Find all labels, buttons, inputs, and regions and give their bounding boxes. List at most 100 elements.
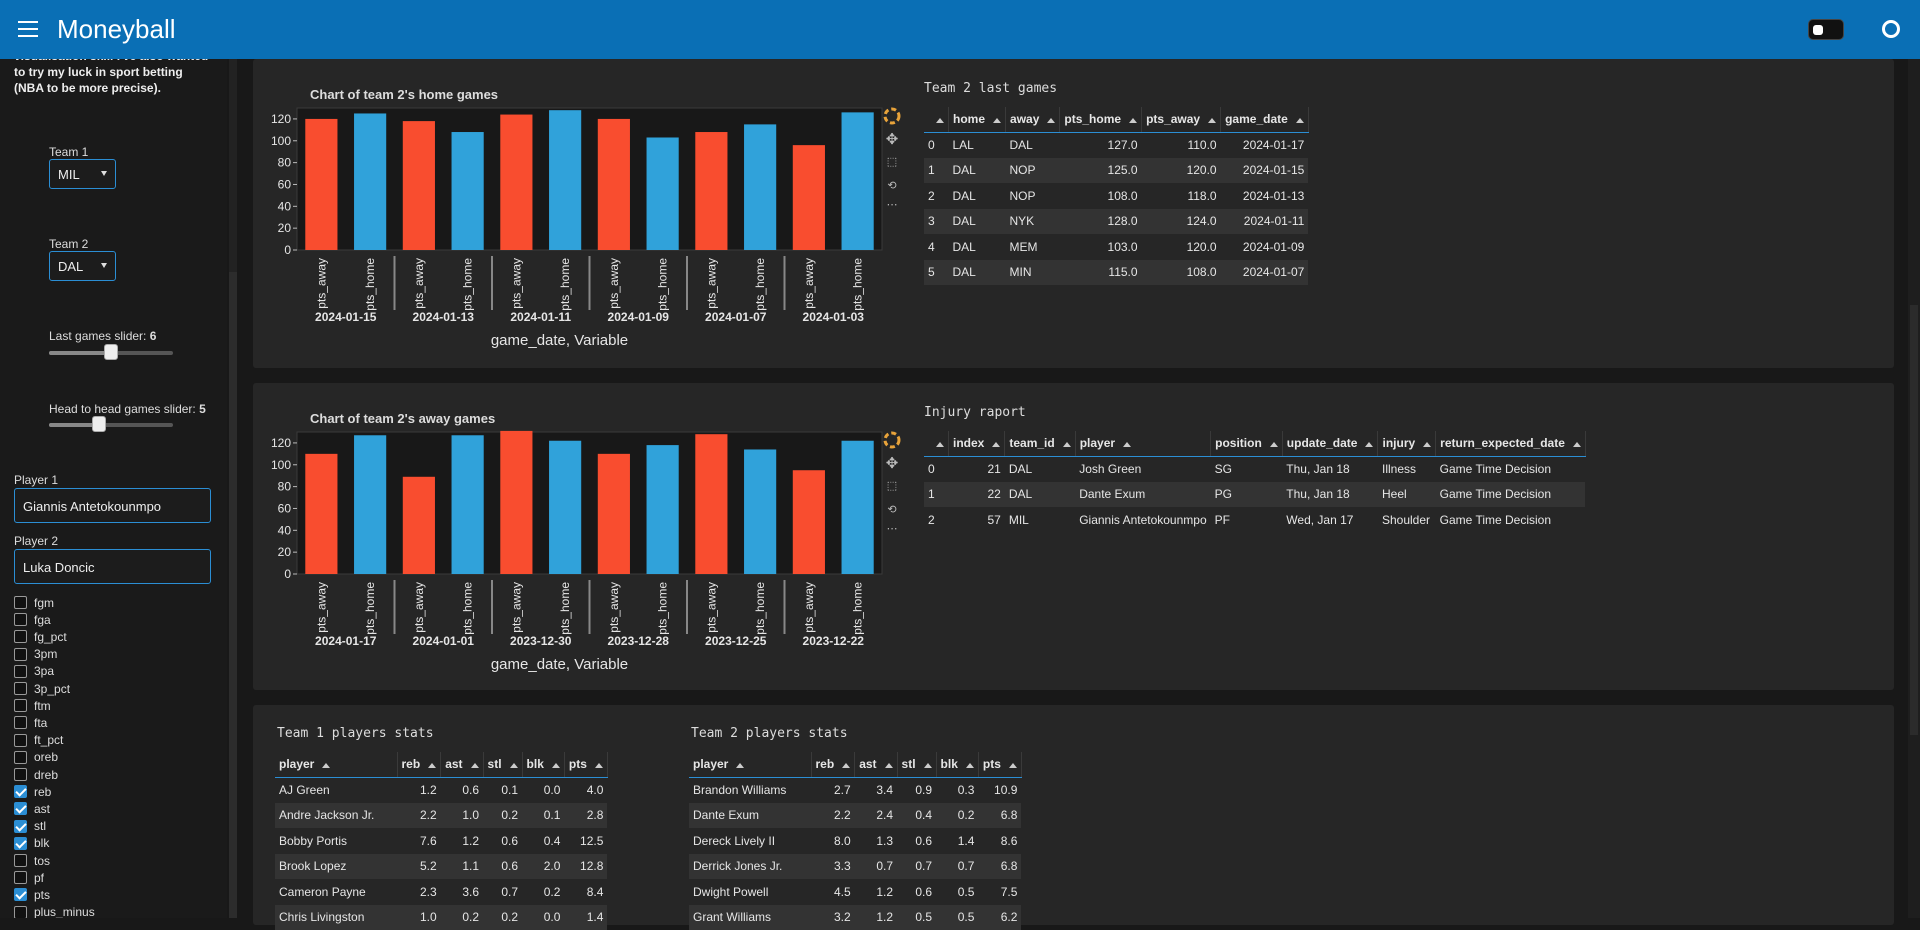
stat-checkbox-pts[interactable]: pts [14, 886, 50, 903]
checkbox[interactable] [14, 682, 27, 695]
checkbox[interactable] [14, 716, 27, 729]
table-row[interactable]: AJ Green1.20.60.10.04.0 [275, 777, 607, 803]
checkbox[interactable] [14, 820, 27, 833]
column-header[interactable]: pts_away [1142, 107, 1221, 132]
stat-checkbox-fta[interactable]: fta [14, 714, 47, 731]
column-header[interactable]: stl [897, 752, 936, 777]
sort-arrow-icon[interactable] [1573, 442, 1581, 447]
stat-checkbox-3p_pct[interactable]: 3p_pct [14, 680, 70, 697]
sort-arrow-icon[interactable] [1270, 442, 1278, 447]
table-row[interactable]: Dwight Powell4.51.20.60.57.5 [689, 879, 1021, 905]
sort-arrow-icon[interactable] [936, 118, 944, 123]
table-row[interactable]: Dereck Lively II8.01.30.61.48.6 [689, 828, 1021, 854]
sort-arrow-icon[interactable] [1208, 118, 1216, 123]
sort-arrow-icon[interactable] [1063, 442, 1071, 447]
column-header[interactable]: ast [441, 752, 483, 777]
sort-arrow-icon[interactable] [1296, 118, 1304, 123]
column-header[interactable]: reb [811, 752, 855, 777]
stat-checkbox-dreb[interactable]: dreb [14, 766, 58, 783]
stat-checkbox-3pa[interactable]: 3pa [14, 663, 54, 680]
slider-handle[interactable] [104, 344, 118, 360]
table-row[interactable]: 122DALDante ExumPGThu, Jan 18HeelGame Ti… [924, 482, 1585, 508]
sort-arrow-icon[interactable] [736, 763, 744, 768]
checkbox[interactable] [14, 613, 27, 626]
home-games-chart[interactable]: 020406080100120pts_awaypts_home2024-01-1… [263, 103, 883, 363]
stat-checkbox-ftm[interactable]: ftm [14, 697, 51, 714]
table-row[interactable]: Brandon Williams2.73.40.90.310.9 [689, 777, 1021, 803]
checkbox[interactable] [14, 871, 27, 884]
sort-arrow-icon[interactable] [936, 442, 944, 447]
column-header[interactable]: index [949, 431, 1005, 456]
box-zoom-icon[interactable]: ⬚ [883, 479, 901, 497]
box-zoom-icon[interactable]: ⬚ [883, 155, 901, 173]
column-header[interactable] [924, 431, 949, 456]
column-header[interactable]: injury [1378, 431, 1436, 456]
bokeh-logo-icon[interactable] [883, 107, 901, 125]
column-header[interactable]: blk [936, 752, 978, 777]
sort-arrow-icon[interactable] [322, 763, 330, 768]
table-row[interactable]: Chris Livingston1.00.20.20.01.4 [275, 905, 607, 930]
table-row[interactable]: 4DALMEM103.0120.02024-01-09 [924, 234, 1308, 260]
h2h-games-slider[interactable] [49, 423, 173, 427]
column-header[interactable]: position [1211, 431, 1283, 456]
column-header[interactable]: pts_home [1060, 107, 1142, 132]
checkbox[interactable] [14, 888, 27, 901]
table-row[interactable]: 5DALMIN115.0108.02024-01-07 [924, 260, 1308, 286]
column-header[interactable]: ast [855, 752, 897, 777]
column-header[interactable]: team_id [1005, 431, 1075, 456]
column-header[interactable]: game_date [1221, 107, 1309, 132]
stat-checkbox-fga[interactable]: fga [14, 611, 51, 628]
column-header[interactable]: update_date [1282, 431, 1378, 456]
sort-arrow-icon[interactable] [428, 763, 436, 768]
player1-input[interactable]: Giannis Antetokounmpo [14, 488, 211, 523]
column-header[interactable]: player [275, 752, 397, 777]
table-row[interactable]: 021DALJosh GreenSGThu, Jan 18IllnessGame… [924, 456, 1585, 482]
sort-arrow-icon[interactable] [1423, 442, 1431, 447]
sort-arrow-icon[interactable] [842, 763, 850, 768]
table-row[interactable]: Grant Williams3.21.20.50.56.2 [689, 905, 1021, 930]
checkbox[interactable] [14, 837, 27, 850]
stat-checkbox-tos[interactable]: tos [14, 852, 50, 869]
stat-checkbox-stl[interactable]: stl [14, 818, 46, 835]
column-header[interactable] [924, 107, 949, 132]
table-row[interactable]: 257MILGiannis AntetokounmpoPFWed, Jan 17… [924, 507, 1585, 533]
column-header[interactable]: player [689, 752, 811, 777]
checkbox[interactable] [14, 751, 27, 764]
theme-toggle[interactable] [1808, 19, 1844, 40]
stat-checkbox-3pm[interactable]: 3pm [14, 646, 57, 663]
stat-checkbox-ast[interactable]: ast [14, 800, 50, 817]
table-row[interactable]: Derrick Jones Jr.3.30.70.70.76.8 [689, 854, 1021, 880]
sort-arrow-icon[interactable] [993, 118, 1001, 123]
main-scrollbar[interactable] [1908, 59, 1920, 918]
stat-checkbox-plus_minus[interactable]: plus_minus [14, 904, 95, 918]
checkbox[interactable] [14, 630, 27, 643]
away-games-chart[interactable]: 020406080100120pts_awaypts_home2024-01-1… [263, 427, 883, 687]
checkbox[interactable] [14, 734, 27, 747]
column-header[interactable]: reb [397, 752, 441, 777]
table-row[interactable]: 1DALNOP125.0120.02024-01-15 [924, 158, 1308, 184]
sort-arrow-icon[interactable] [510, 763, 518, 768]
sort-arrow-icon[interactable] [966, 763, 974, 768]
sort-arrow-icon[interactable] [1009, 763, 1017, 768]
checkbox[interactable] [14, 596, 27, 609]
scrollbar-thumb[interactable] [229, 272, 237, 918]
moon-icon[interactable] [1854, 18, 1874, 38]
sort-arrow-icon[interactable] [471, 763, 479, 768]
last-games-slider[interactable] [49, 351, 173, 355]
scrollbar-thumb[interactable] [1910, 305, 1918, 735]
pan-icon[interactable]: ✥ [883, 454, 901, 472]
column-header[interactable]: return_expected_date [1436, 431, 1586, 456]
stat-checkbox-blk[interactable]: blk [14, 835, 49, 852]
checkbox[interactable] [14, 665, 27, 678]
stat-checkbox-oreb[interactable]: oreb [14, 749, 58, 766]
sidebar-scrollbar[interactable] [229, 59, 237, 918]
pan-icon[interactable]: ✥ [883, 130, 901, 148]
stat-checkbox-pf[interactable]: pf [14, 869, 44, 886]
stat-checkbox-fgm[interactable]: fgm [14, 594, 54, 611]
table-row[interactable]: Bobby Portis7.61.20.60.412.5 [275, 828, 607, 854]
column-header[interactable]: away [1006, 107, 1060, 132]
checkbox[interactable] [14, 785, 27, 798]
team2-select[interactable]: DAL [49, 251, 116, 281]
menu-icon[interactable] [18, 21, 38, 37]
table-row[interactable]: Andre Jackson Jr.2.21.00.20.12.8 [275, 803, 607, 829]
